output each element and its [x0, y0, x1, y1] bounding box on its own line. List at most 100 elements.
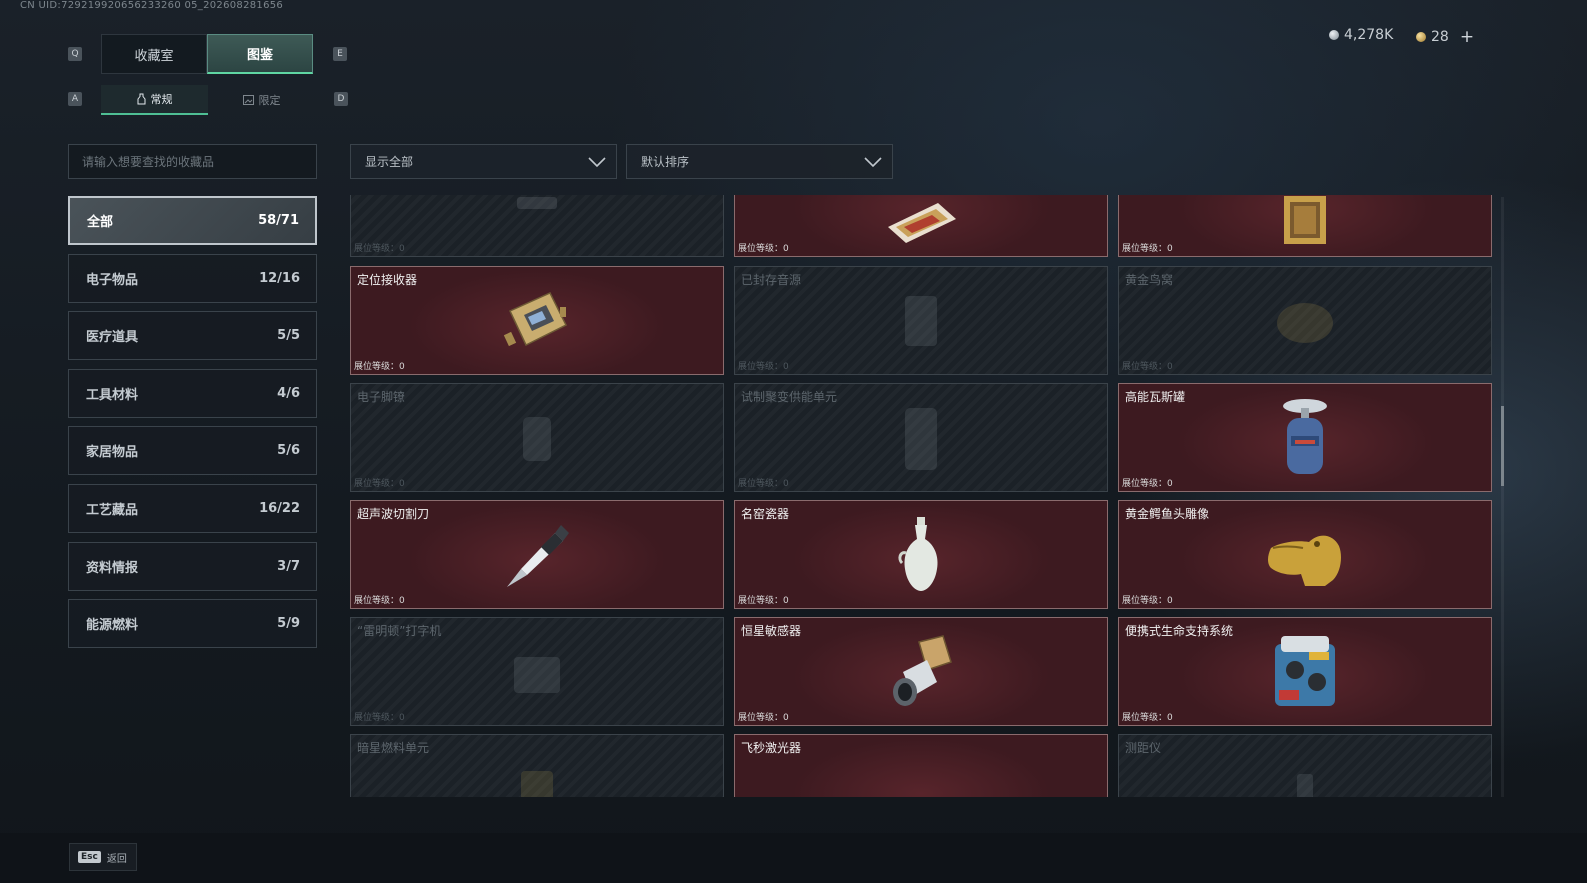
fusion-cell-icon [905, 407, 937, 470]
prev-subtab-key[interactable]: A [68, 92, 82, 106]
filter-value: 显示全部 [365, 155, 414, 169]
item-card[interactable]: 已封存音源 展位等级：0 [734, 266, 1108, 375]
item-card[interactable]: 展位等级：0 [350, 195, 724, 257]
chevron-down-icon [864, 156, 882, 167]
shackle-icon [523, 416, 551, 461]
vase-icon [898, 516, 938, 591]
sort-dropdown[interactable]: 默认排序 [626, 144, 893, 179]
item-level: 展位等级：0 [738, 362, 789, 372]
item-card[interactable]: 便携式生命支持系统 展位等级：0 [1118, 617, 1492, 726]
item-name: 恒星敏感器 [741, 624, 802, 638]
category-household[interactable]: 家居物品 5/6 [68, 426, 317, 475]
item-name: 超声波切割刀 [357, 507, 430, 521]
item-grid: 展位等级：0 展位等级：0 展位等级：0 定位接收器 展位等级：0 已封存音源 … [350, 195, 1493, 797]
audio-icon [905, 295, 937, 346]
item-name: 已封存音源 [741, 273, 802, 287]
category-label: 能源燃料 [86, 618, 139, 633]
back-label: 返回 [106, 853, 127, 865]
subtab-regular[interactable]: 常规 [101, 85, 208, 115]
item-card[interactable]: 试制聚变供能单元 展位等级：0 [734, 383, 1108, 492]
item-name: 试制聚变供能单元 [741, 390, 838, 404]
item-card[interactable]: 电子脚镣 展位等级：0 [350, 383, 724, 492]
item-card[interactable]: 恒星敏感器 展位等级：0 [734, 617, 1108, 726]
document-icon [888, 202, 956, 243]
category-all[interactable]: 全部 58/71 [68, 196, 317, 245]
category-label: 家居物品 [86, 445, 139, 460]
silver-coin-icon [1329, 30, 1339, 40]
search-input[interactable] [68, 144, 317, 179]
item-card[interactable]: 测距仪 [1118, 734, 1492, 797]
gas-tank-icon [1283, 398, 1327, 474]
item-name: 便携式生命支持系统 [1125, 624, 1234, 638]
next-subtab-key[interactable]: D [334, 92, 348, 106]
category-label: 医疗道具 [86, 330, 139, 345]
typewriter-icon [514, 656, 560, 693]
collection-screen: CN UID:729219920656233260 05_20260828165… [0, 0, 1587, 883]
category-crafts[interactable]: 工艺藏品 16/22 [68, 484, 317, 533]
subtab-label: 常规 [150, 93, 173, 106]
item-name: 黄金鸟窝 [1125, 273, 1174, 287]
silver-currency: 4,278K [1329, 27, 1393, 43]
cutter-icon [507, 524, 569, 587]
category-fuel[interactable]: 能源燃料 5/9 [68, 599, 317, 648]
item-name: 高能瓦斯罐 [1125, 390, 1186, 404]
category-intel[interactable]: 资料情报 3/7 [68, 542, 317, 591]
scrollbar-track[interactable] [1501, 197, 1504, 797]
back-button[interactable]: Esc 返回 [69, 843, 137, 871]
gold-coin-icon [1416, 32, 1426, 42]
scrollbar-thumb[interactable] [1501, 406, 1504, 486]
category-count: 4/6 [277, 386, 300, 401]
item-card[interactable]: 展位等级：0 [734, 195, 1108, 257]
filter-dropdown[interactable]: 显示全部 [350, 144, 617, 179]
category-count: 5/6 [277, 443, 300, 458]
item-level: 展位等级：0 [354, 713, 405, 723]
add-currency-button[interactable]: + [1460, 27, 1474, 47]
prev-tab-key[interactable]: Q [68, 47, 82, 61]
category-electronics[interactable]: 电子物品 12/16 [68, 254, 317, 303]
item-card[interactable]: 飞秒激光器 [734, 734, 1108, 797]
tool-icon [517, 196, 557, 209]
category-count: 58/71 [258, 213, 299, 228]
item-card[interactable]: 暗星燃料单元 [350, 734, 724, 797]
item-card[interactable]: 定位接收器 展位等级：0 [350, 266, 724, 375]
item-card[interactable]: 超声波切割刀 展位等级：0 [350, 500, 724, 609]
item-card[interactable]: 名窑瓷器 展位等级：0 [734, 500, 1108, 609]
next-tab-key[interactable]: E [333, 47, 347, 61]
category-label: 资料情报 [86, 561, 139, 576]
category-medical[interactable]: 医疗道具 5/5 [68, 311, 317, 360]
category-count: 3/7 [277, 559, 300, 574]
category-tools[interactable]: 工具材料 4/6 [68, 369, 317, 418]
painting-icon [1284, 195, 1326, 244]
tab-collection-room[interactable]: 收藏室 [101, 34, 207, 74]
nest-icon [1277, 302, 1333, 343]
item-card[interactable]: 展位等级：0 [1118, 195, 1492, 257]
picture-icon [242, 95, 254, 105]
star-sensor-icon [893, 634, 952, 706]
gold-amount: 28 [1431, 29, 1449, 45]
item-card[interactable]: “雷明顿”打字机 展位等级：0 [350, 617, 724, 726]
bottom-bar [0, 833, 1587, 883]
item-card[interactable]: 黄金鳄鱼头雕像 展位等级：0 [1118, 500, 1492, 609]
category-label: 工具材料 [86, 388, 139, 403]
bottle-icon [137, 93, 145, 105]
item-name: 测距仪 [1125, 741, 1162, 755]
subtab-limited[interactable]: 限定 [208, 85, 315, 115]
tab-catalog[interactable]: 图鉴 [207, 34, 313, 74]
item-name: 电子脚镣 [357, 390, 406, 404]
item-level: 展位等级：0 [738, 713, 789, 723]
item-card[interactable]: 黄金鸟窝 展位等级：0 [1118, 266, 1492, 375]
croc-statue-icon [1268, 535, 1341, 586]
item-level: 展位等级：0 [354, 244, 405, 254]
user-uid: CN UID:729219920656233260 05_20260828165… [20, 0, 284, 11]
sort-value: 默认排序 [641, 155, 690, 169]
esc-key: Esc [78, 851, 101, 863]
category-label: 电子物品 [86, 273, 139, 288]
receiver-icon [503, 291, 568, 346]
gold-currency: 28 + [1416, 27, 1474, 47]
fuel-cell-icon [521, 770, 553, 797]
item-level: 展位等级：0 [1122, 713, 1173, 723]
item-name: 名窑瓷器 [741, 507, 790, 521]
item-card[interactable]: 高能瓦斯罐 展位等级：0 [1118, 383, 1492, 492]
category-label: 全部 [87, 215, 114, 230]
item-level: 展位等级：0 [354, 596, 405, 606]
